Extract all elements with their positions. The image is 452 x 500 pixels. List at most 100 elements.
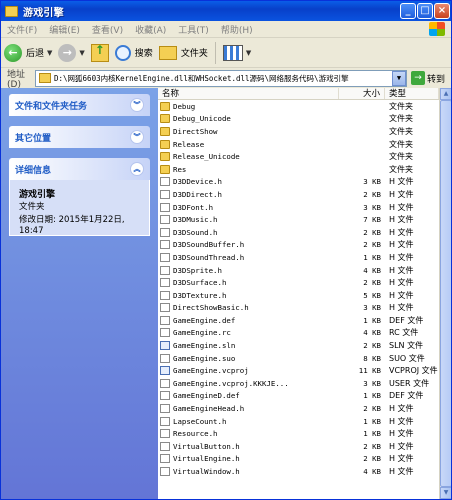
column-name[interactable]: 名称	[158, 88, 339, 99]
file-row[interactable]: D3DSoundThread.h 1 KB H 文件	[158, 251, 439, 264]
file-type: 文件夹	[389, 101, 413, 111]
back-arrow-icon: ←	[4, 43, 22, 62]
forward-button[interactable]: → ▼	[55, 41, 87, 65]
file-type: H 文件	[389, 252, 414, 262]
task-header[interactable]: 详细信息 ︽	[9, 158, 150, 180]
file-row[interactable]: Resource.h 1 KB H 文件	[158, 427, 439, 440]
folder-icon	[39, 73, 51, 83]
file-name-cell: D3DDirect.h	[158, 189, 339, 199]
menu-view[interactable]: 查看(V)	[86, 23, 129, 36]
file-type: H 文件	[389, 290, 414, 300]
file-row[interactable]: Release_Unicode 文件夹	[158, 150, 439, 163]
folders-button[interactable]: 文件夹	[156, 41, 211, 65]
file-row[interactable]: GameEngine.vcproj.KKKJE... 3 KB USER 文件	[158, 377, 439, 390]
views-button[interactable]: ▼	[220, 41, 254, 65]
file-icon	[160, 441, 170, 451]
file-name: GameEngine.sln	[173, 341, 236, 351]
file-row[interactable]: Debug 文件夹	[158, 100, 439, 113]
menu-file[interactable]: 文件(F)	[1, 23, 43, 36]
file-name-cell: Resource.h	[158, 429, 339, 439]
file-row[interactable]: Res 文件夹	[158, 163, 439, 176]
file-row[interactable]: VirtualEngine.h 2 KB H 文件	[158, 453, 439, 466]
column-type[interactable]: 类型	[385, 88, 439, 99]
file-name-cell: D3DSurface.h	[158, 278, 339, 288]
file-size: 3 KB	[363, 378, 381, 388]
back-button[interactable]: ← 后退 ▼	[1, 41, 55, 65]
file-name: GameEngineD.def	[173, 391, 240, 401]
up-folder-button[interactable]	[88, 41, 112, 65]
column-size[interactable]: 大小	[339, 88, 385, 99]
file-row[interactable]: D3DSurface.h 2 KB H 文件	[158, 276, 439, 289]
task-header[interactable]: 文件和文件夹任务 ︾	[9, 94, 150, 116]
file-name: D3DSprite.h	[173, 265, 222, 275]
windows-logo-icon	[429, 22, 445, 36]
file-name-cell: Debug	[158, 101, 339, 111]
address-input[interactable]: D:\网狐6603内核KernelEngine.dll和WHSocket.dll…	[35, 69, 407, 87]
chevron-up-icon[interactable]: ︽	[130, 162, 144, 176]
file-icon	[160, 416, 170, 426]
search-button[interactable]: 搜索	[112, 41, 156, 65]
file-name-cell: GameEngineHead.h	[158, 404, 339, 414]
file-row[interactable]: Release 文件夹	[158, 138, 439, 151]
file-name: Debug	[173, 101, 196, 111]
menu-help[interactable]: 帮助(H)	[215, 23, 259, 36]
file-row[interactable]: GameEngine.vcproj 11 KB VCPROJ 文件	[158, 364, 439, 377]
address-dropdown-button[interactable]: ▼	[392, 70, 406, 86]
file-row[interactable]: LapseCount.h 1 KB H 文件	[158, 415, 439, 428]
maximize-button[interactable]: □	[417, 3, 433, 19]
chevron-down-icon[interactable]: ▼	[79, 49, 84, 57]
file-icon	[160, 177, 170, 187]
file-size: 3 KB	[363, 303, 381, 313]
file-row[interactable]: VirtualWindow.h 4 KB H 文件	[158, 465, 439, 478]
chevron-down-icon[interactable]: ▼	[47, 49, 52, 57]
file-type: 文件夹	[389, 139, 413, 149]
file-name: GameEngine.suo	[173, 353, 236, 363]
file-row[interactable]: DirectShow 文件夹	[158, 125, 439, 138]
menu-edit[interactable]: 编辑(E)	[43, 23, 86, 36]
title-bar[interactable]: 游戏引擎 _ □ ×	[1, 1, 451, 21]
chevron-down-icon[interactable]: ▼	[246, 49, 251, 57]
chevron-down-icon[interactable]: ︾	[130, 98, 144, 112]
file-row[interactable]: D3DSprite.h 4 KB H 文件	[158, 264, 439, 277]
file-row[interactable]: GameEngineHead.h 2 KB H 文件	[158, 402, 439, 415]
file-name: D3DFont.h	[173, 202, 214, 212]
scroll-down-icon[interactable]: ▼	[440, 487, 451, 499]
file-row[interactable]: Debug_Unicode 文件夹	[158, 113, 439, 126]
file-row[interactable]: GameEngine.suo 8 KB SUO 文件	[158, 352, 439, 365]
scroll-up-icon[interactable]: ▲	[440, 88, 451, 100]
file-row[interactable]: VirtualButton.h 2 KB H 文件	[158, 440, 439, 453]
go-button[interactable]: → 转到	[411, 71, 445, 85]
file-row[interactable]: GameEngine.sln 2 KB SLN 文件	[158, 339, 439, 352]
chevron-down-icon[interactable]: ︾	[130, 130, 144, 144]
menu-tools[interactable]: 工具(T)	[172, 23, 215, 36]
file-row[interactable]: D3DDevice.h 3 KB H 文件	[158, 176, 439, 189]
file-icon	[160, 391, 170, 401]
minimize-button[interactable]: _	[400, 3, 416, 19]
menu-favorites[interactable]: 收藏(A)	[129, 23, 172, 36]
file-row[interactable]: D3DMusic.h 7 KB H 文件	[158, 213, 439, 226]
file-icon	[160, 366, 170, 376]
file-row[interactable]: DirectShowBasic.h 3 KB H 文件	[158, 302, 439, 315]
file-name-cell: D3DSprite.h	[158, 265, 339, 275]
file-name: VirtualButton.h	[173, 441, 240, 451]
file-row[interactable]: D3DDirect.h 2 KB H 文件	[158, 188, 439, 201]
file-row[interactable]: D3DSoundBuffer.h 2 KB H 文件	[158, 239, 439, 252]
file-type: H 文件	[389, 215, 414, 225]
close-button[interactable]: ×	[434, 3, 450, 19]
file-type: 文件夹	[389, 152, 413, 162]
file-name: GameEngine.rc	[173, 328, 231, 338]
file-icon	[160, 265, 170, 275]
file-row[interactable]: GameEngine.rc 4 KB RC 文件	[158, 327, 439, 340]
file-row[interactable]: D3DSound.h 2 KB H 文件	[158, 226, 439, 239]
file-row[interactable]: D3DTexture.h 5 KB H 文件	[158, 289, 439, 302]
vertical-scrollbar[interactable]: ▲ ▼	[439, 88, 451, 499]
file-type: H 文件	[389, 240, 414, 250]
file-type: H 文件	[389, 278, 414, 288]
file-name: GameEngine.vcproj.KKKJE...	[173, 378, 289, 388]
file-row[interactable]: GameEngine.def 1 KB DEF 文件	[158, 314, 439, 327]
file-row[interactable]: GameEngineD.def 1 KB DEF 文件	[158, 390, 439, 403]
scrollbar-thumb[interactable]	[440, 100, 451, 487]
task-header[interactable]: 其它位置 ︾	[9, 126, 150, 148]
explorer-window: 游戏引擎 _ □ × 文件(F) 编辑(E) 查看(V) 收藏(A) 工具(T)…	[0, 0, 452, 500]
file-row[interactable]: D3DFont.h 3 KB H 文件	[158, 201, 439, 214]
